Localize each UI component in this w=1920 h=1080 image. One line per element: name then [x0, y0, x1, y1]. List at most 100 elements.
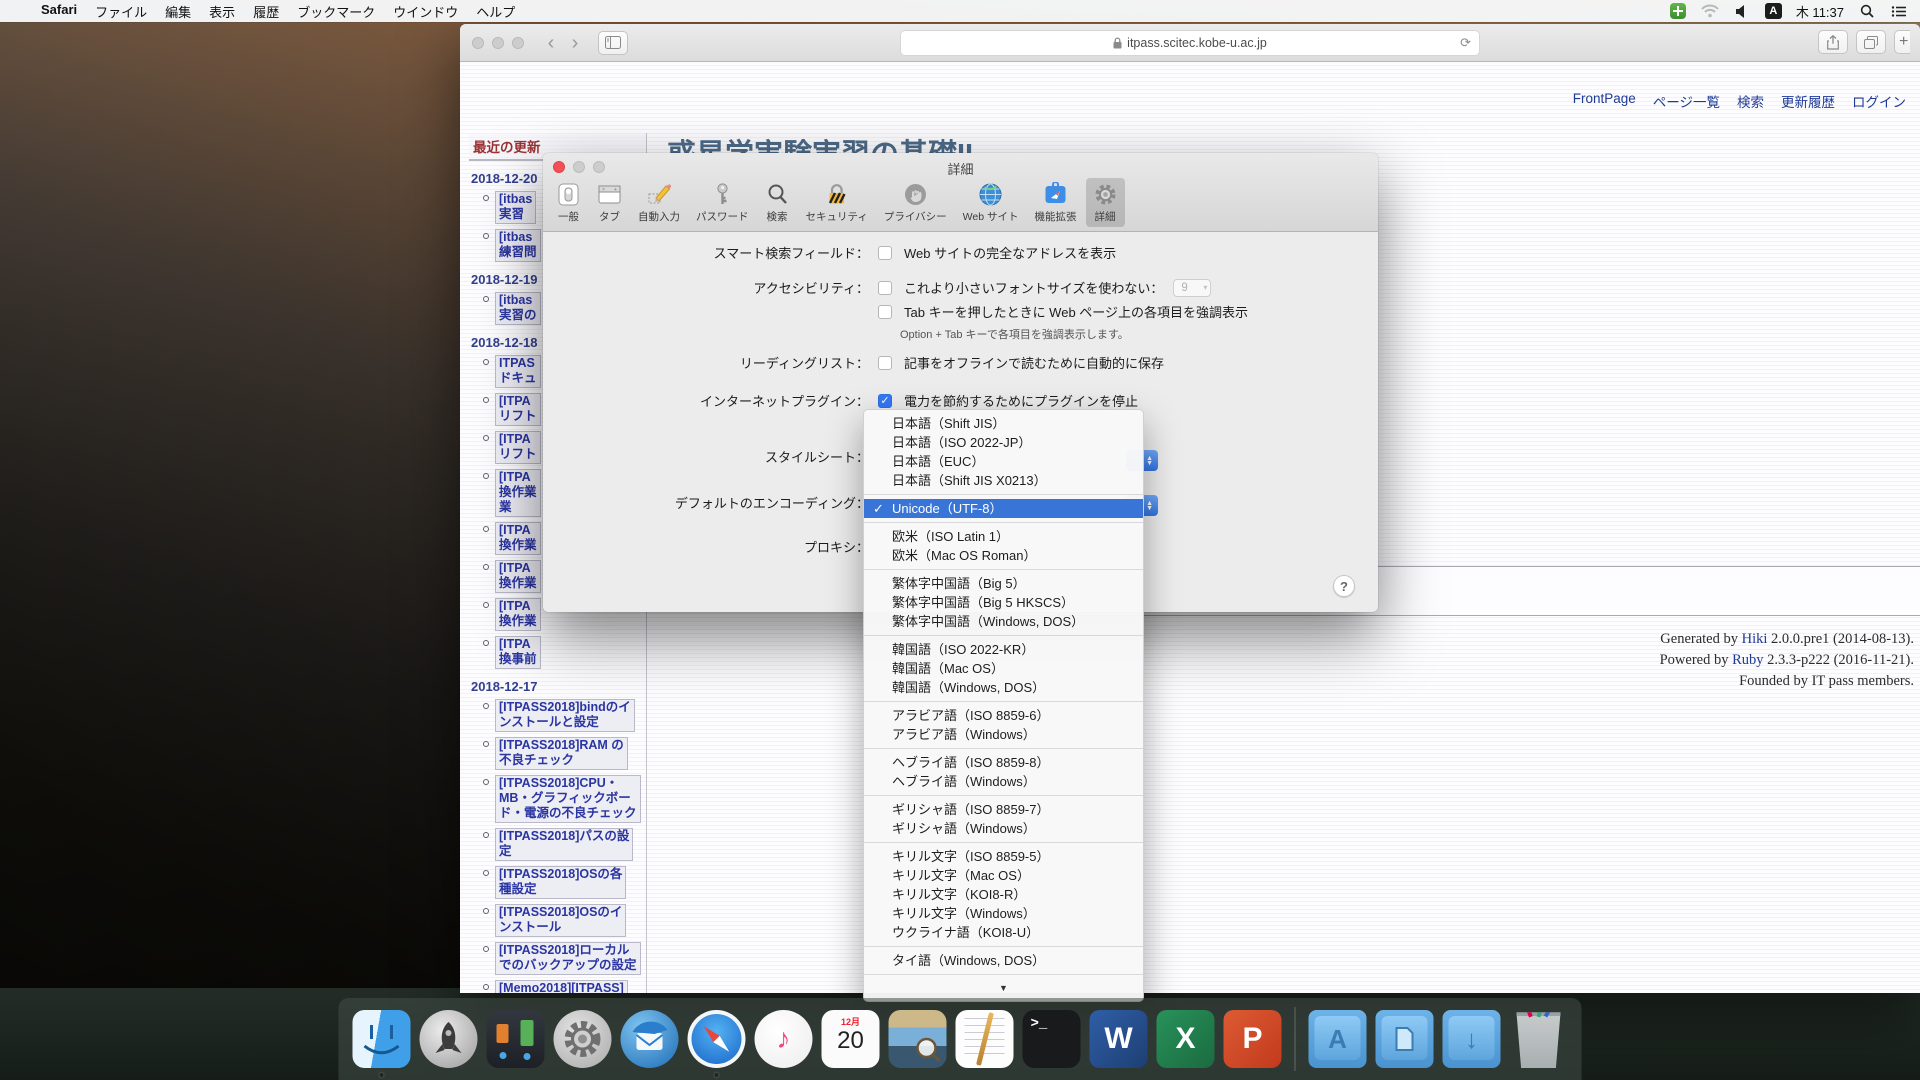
encoding-menu-item[interactable]: 日本語（ISO 2022-JP） [864, 433, 1143, 452]
prefs-minimize-button[interactable] [573, 161, 585, 173]
menu-bar-item-1[interactable]: ファイル [86, 2, 156, 21]
dock-launchpad-icon[interactable] [420, 1010, 478, 1068]
new-tab-button[interactable]: + [1894, 30, 1910, 54]
wiki-nav-link-2[interactable]: 検索 [1737, 91, 1764, 111]
menu-bar-item-7[interactable]: ヘルプ [467, 2, 524, 21]
sidebar-link[interactable]: [itbas 実習 [495, 191, 536, 224]
checkbox[interactable]: ✓ [878, 394, 892, 408]
encoding-menu-item[interactable]: 韓国語（Mac OS） [864, 659, 1143, 678]
dock-windows-app-icon[interactable] [487, 1010, 545, 1068]
sidebar-link[interactable]: [ITPASS2018]OSの各 種設定 [495, 866, 626, 899]
encoding-menu-item[interactable]: ウクライナ語（KOI8-U） [864, 923, 1143, 942]
dock-folder-docs-icon[interactable] [1376, 1010, 1434, 1068]
prefs-tab-機能拡張[interactable]: 機能拡張 [1028, 178, 1084, 227]
encoding-menu-item[interactable]: キリル文字（Windows） [864, 904, 1143, 923]
tab-overview-button[interactable] [1856, 30, 1886, 54]
encoding-menu-item[interactable]: キリル文字（KOI8-R） [864, 885, 1143, 904]
dock-thunderbird-icon[interactable] [621, 1010, 679, 1068]
checkbox[interactable] [878, 281, 892, 295]
help-button[interactable]: ? [1333, 575, 1355, 597]
sidebar-link[interactable]: [ITPA 換作業 [495, 522, 541, 555]
green-app-icon[interactable] [1669, 3, 1687, 19]
encoding-menu-item[interactable]: 欧米（ISO Latin 1） [864, 527, 1143, 546]
encoding-menu-item[interactable]: 繁体字中国語（Windows, DOS） [864, 612, 1143, 631]
encoding-menu-item[interactable]: キリル文字（Mac OS） [864, 866, 1143, 885]
sidebar-link[interactable]: [ITPA 換作業 [495, 598, 541, 631]
dock-trash-icon[interactable] [1510, 1010, 1568, 1068]
sidebar-link[interactable]: [ITPA 換作業 業 [495, 469, 541, 517]
footer-link[interactable]: Hiki [1742, 631, 1768, 647]
menu-bar-item-6[interactable]: ウインドウ [384, 2, 467, 21]
dock-safari-icon[interactable] [688, 1010, 746, 1068]
wiki-nav-link-4[interactable]: ログイン [1852, 91, 1906, 111]
dock-powerpoint-icon[interactable]: P [1224, 1010, 1282, 1068]
prefs-tab-Web サイト[interactable]: Web サイト [956, 178, 1026, 227]
sidebar-link[interactable]: [ITPASS2018]ローカル でのバックアップの設定 [495, 942, 641, 975]
encoding-menu-item[interactable]: 日本語（Shift JIS） [864, 414, 1143, 433]
encoding-menu-item[interactable]: ギリシャ語（Windows） [864, 819, 1143, 838]
share-button[interactable] [1818, 30, 1848, 54]
sidebar-link[interactable]: [itbas 練習問 [495, 229, 541, 262]
prefs-tab-検索[interactable]: 検索 [758, 178, 797, 227]
encoding-menu-item[interactable]: 日本語（EUC） [864, 452, 1143, 471]
notification-center-icon[interactable] [1890, 3, 1908, 19]
input-source-icon[interactable]: A [1765, 3, 1782, 19]
dock-finder-icon[interactable] [353, 1010, 411, 1068]
sidebar-link[interactable]: [ITPASS2018]OSのイ ンストール [495, 904, 626, 937]
sidebar-link[interactable]: [ITPASS2018]パスの設 定 [495, 828, 633, 861]
dock-terminal-icon[interactable]: >_ [1023, 1010, 1081, 1068]
checkbox[interactable] [878, 356, 892, 370]
sidebar-link[interactable]: [ITPA リフト [495, 431, 541, 464]
prefs-tab-パスワード[interactable]: パスワード [689, 178, 756, 227]
encoding-menu-item[interactable]: 韓国語（Windows, DOS） [864, 678, 1143, 697]
dock-excel-icon[interactable]: X [1157, 1010, 1215, 1068]
volume-icon[interactable] [1733, 3, 1751, 19]
encoding-menu-item[interactable]: ヘブライ語（ISO 8859-8） [864, 753, 1143, 772]
minimize-button[interactable] [492, 37, 504, 49]
dock-preview-icon[interactable] [889, 1010, 947, 1068]
menu-bar-item-4[interactable]: 履歴 [244, 2, 288, 21]
prefs-close-button[interactable] [553, 161, 565, 173]
zoom-button[interactable] [512, 37, 524, 49]
sidebar-link[interactable]: ITPAS ドキュ [495, 355, 541, 388]
encoding-menu-item[interactable]: アラビア語（ISO 8859-6） [864, 706, 1143, 725]
encoding-menu-item[interactable]: ギリシャ語（ISO 8859-7） [864, 800, 1143, 819]
dock-calendar-icon[interactable]: 12月20 [822, 1010, 880, 1068]
dock-system-preferences-icon[interactable] [554, 1010, 612, 1068]
encoding-menu-item[interactable]: 韓国語（ISO 2022-KR） [864, 640, 1143, 659]
dock-folder-apps-icon[interactable]: A [1309, 1010, 1367, 1068]
close-button[interactable] [472, 37, 484, 49]
sidebar-link[interactable]: [ITPA リフト [495, 393, 541, 426]
menu-bar-clock[interactable]: 木 11:37 [1796, 2, 1844, 21]
footer-link[interactable]: Ruby [1732, 652, 1763, 668]
prefs-tab-タブ[interactable]: ×+タブ [590, 178, 629, 227]
spotlight-icon[interactable] [1858, 3, 1876, 19]
prefs-tab-一般[interactable]: 一般 [549, 178, 588, 227]
menu-bar-item-5[interactable]: ブックマーク [288, 2, 384, 21]
sidebar-toggle-button[interactable] [598, 31, 628, 55]
dock-textedit-icon[interactable] [956, 1010, 1014, 1068]
sidebar-link[interactable]: [ITPASS2018]RAM の 不良チェック [495, 737, 628, 770]
encoding-menu-item[interactable]: タイ語（Windows, DOS） [864, 951, 1143, 970]
prefs-zoom-button[interactable] [593, 161, 605, 173]
font-size-select[interactable]: 9▾ [1173, 279, 1211, 297]
prefs-tab-プライバシー[interactable]: プライバシー [877, 178, 954, 227]
prefs-tab-セキュリティ[interactable]: セキュリティ [799, 178, 875, 227]
reload-icon[interactable]: ⟳ [1460, 35, 1471, 51]
wiki-nav-link-3[interactable]: 更新履歴 [1781, 91, 1835, 111]
prefs-tab-詳細[interactable]: 詳細 [1086, 178, 1125, 227]
sidebar-link[interactable]: [itbas 実習の [495, 292, 541, 325]
dock-folder-downloads-icon[interactable]: ↓ [1443, 1010, 1501, 1068]
encoding-menu-item[interactable]: 繁体字中国語（Big 5） [864, 574, 1143, 593]
sidebar-link[interactable]: [ITPASS2018]CPU・ MB・グラフィックボー ド・電源の不良チェック [495, 775, 641, 823]
encoding-menu-item[interactable]: キリル文字（ISO 8859-5） [864, 847, 1143, 866]
menu-bar-item-app[interactable]: Safari [32, 2, 86, 21]
sidebar-link[interactable]: [Memo2018][ITPASS] サーバ交換作業 (tako) [495, 980, 628, 993]
sidebar-link[interactable]: [ITPA 換事前 [495, 636, 541, 669]
wiki-nav-link-0[interactable]: FrontPage [1573, 91, 1636, 111]
encoding-menu-item[interactable]: 日本語（Shift JIS X0213） [864, 471, 1143, 490]
menu-bar-item-3[interactable]: 表示 [200, 2, 244, 21]
dock-word-icon[interactable]: W [1090, 1010, 1148, 1068]
wiki-nav-link-1[interactable]: ページ一覧 [1653, 91, 1720, 111]
dock-itunes-icon[interactable]: ♪ [755, 1010, 813, 1068]
